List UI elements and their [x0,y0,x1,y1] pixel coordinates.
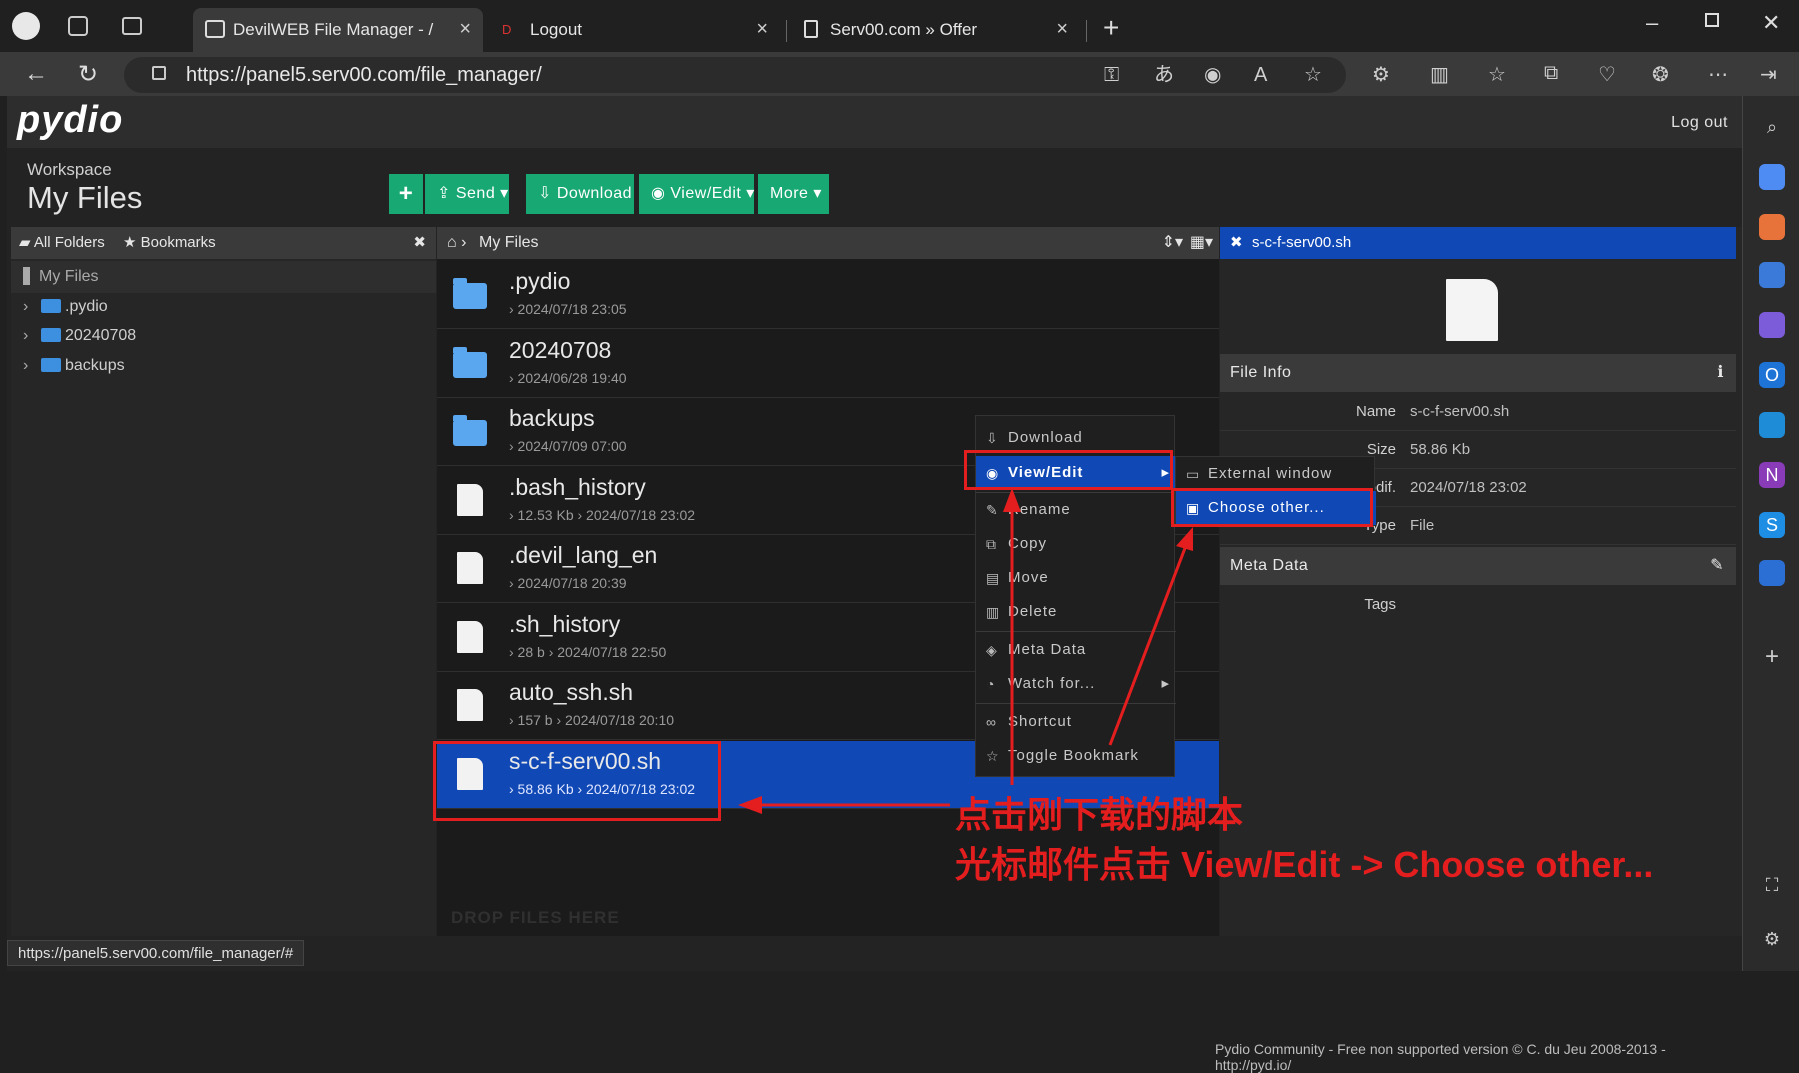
annotation-arrows [738,488,1193,814]
annotation-line-1: 点击刚下载的脚本 [955,794,1244,835]
status-bar-url: https://panel5.serv00.com/file_manager/# [7,940,305,966]
footer-credit: Pydio Community - Free non supported ver… [1215,1041,1666,1073]
annotation-line-2: 光标邮件点击 View/Edit -> Choose other... [955,844,1654,885]
